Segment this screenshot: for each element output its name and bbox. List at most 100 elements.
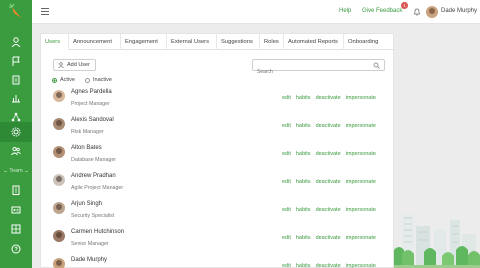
user-name: Agnes Pardella (71, 89, 112, 95)
user-avatar (53, 174, 65, 186)
habits-link[interactable]: habits (296, 179, 311, 185)
row-actions: edit habits deactivate impersonate (282, 179, 376, 185)
user-role: Senior Manager (71, 241, 109, 247)
tab-engagement[interactable]: Engagement (121, 34, 167, 50)
tab-bar: Users Announcement Engagement External U… (41, 34, 395, 50)
habits-link[interactable]: habits (296, 263, 311, 268)
sidebar-chart-icon[interactable] (0, 88, 32, 108)
deactivate-link[interactable]: deactivate (316, 179, 341, 185)
user-row: Agnes Pardella Project Manager edit habi… (41, 84, 395, 112)
filter-inactive-radio[interactable]: Inactive (84, 77, 112, 83)
user-avatar (53, 230, 65, 242)
habits-link[interactable]: habits (296, 235, 311, 241)
tab-suggestions[interactable]: Suggestions (217, 34, 260, 50)
sidebar-user-icon[interactable] (0, 32, 32, 52)
row-actions: edit habits deactivate impersonate (282, 235, 376, 241)
help-link[interactable]: Help (339, 8, 351, 14)
user-avatar (53, 202, 65, 214)
user-row: Alton Bates Database Manager edit habits… (41, 140, 395, 168)
search-box (252, 59, 385, 77)
edit-link[interactable]: edit (282, 179, 291, 185)
sidebar-document-icon[interactable] (0, 70, 32, 90)
edit-link[interactable]: edit (282, 151, 291, 157)
deactivate-link[interactable]: deactivate (316, 95, 341, 101)
filter-inactive-label: Inactive (92, 77, 112, 83)
user-avatar[interactable] (426, 6, 438, 18)
feedback-badge: 1 (401, 2, 408, 9)
search-icon[interactable] (373, 62, 380, 69)
edit-link[interactable]: edit (282, 207, 291, 213)
user-name: Alton Bates (71, 145, 102, 151)
row-actions: edit habits deactivate impersonate (282, 123, 376, 129)
edit-link[interactable]: edit (282, 235, 291, 241)
topbar: Help Give Feedback 1 Dade Murphy (32, 0, 480, 24)
edit-link[interactable]: edit (282, 123, 291, 129)
tab-roles[interactable]: Roles (260, 34, 284, 50)
sidebar-building-icon[interactable] (0, 180, 32, 200)
sidebar-team-divider: Team (4, 167, 29, 175)
filter-active-label: Active (60, 77, 75, 83)
user-role: Risk Manager (71, 129, 104, 135)
sidebar-settings-icon[interactable] (0, 122, 32, 142)
menu-icon[interactable] (41, 8, 49, 15)
deactivate-link[interactable]: deactivate (316, 263, 341, 268)
add-user-label: Add User (67, 62, 90, 68)
sidebar-flag-icon[interactable] (0, 51, 32, 71)
deactivate-link[interactable]: deactivate (316, 207, 341, 213)
user-role: Security Specialist (71, 213, 115, 219)
user-name: Dade Murphy (71, 257, 108, 263)
user-avatar (53, 118, 65, 130)
search-input[interactable] (253, 67, 368, 77)
row-actions: edit habits deactivate impersonate (282, 207, 376, 213)
impersonate-link[interactable]: impersonate (346, 123, 376, 129)
tab-automated-reports[interactable]: Automated Reports (284, 34, 344, 50)
sidebar-team-icon[interactable] (0, 141, 32, 161)
impersonate-link[interactable]: impersonate (346, 207, 376, 213)
impersonate-link[interactable]: impersonate (346, 151, 376, 157)
impersonate-link[interactable]: impersonate (346, 263, 376, 268)
row-actions: edit habits deactivate impersonate (282, 263, 376, 268)
tab-users[interactable]: Users (41, 34, 69, 50)
user-row: Alexis Sandoval Risk Manager edit habits… (41, 112, 395, 140)
carrot-logo-icon[interactable] (9, 3, 23, 21)
sidebar-team-label: Team (9, 168, 23, 174)
user-row: Carmen Hutchinson Senior Manager edit ha… (41, 224, 395, 252)
user-icon (58, 62, 64, 68)
tab-external-users[interactable]: External Users (167, 34, 217, 50)
user-row: Andrew Pradhan Agile Project Manager edi… (41, 168, 395, 196)
sidebar-help-icon[interactable] (0, 239, 32, 259)
habits-link[interactable]: habits (296, 95, 311, 101)
user-role: Project Manager (71, 101, 110, 107)
tab-onboarding[interactable]: Onboarding (344, 34, 386, 50)
habits-link[interactable]: habits (296, 123, 311, 129)
user-name: Carmen Hutchinson (71, 229, 125, 235)
sidebar-grid-icon[interactable] (0, 219, 32, 239)
edit-link[interactable]: edit (282, 95, 291, 101)
user-avatar (53, 90, 65, 102)
give-feedback-link[interactable]: Give Feedback (362, 8, 402, 14)
user-name: Arjun Singh (71, 201, 103, 207)
habits-link[interactable]: habits (296, 151, 311, 157)
deactivate-link[interactable]: deactivate (316, 151, 341, 157)
user-row: Arjun Singh Security Specialist edit hab… (41, 196, 395, 224)
city-illustration (394, 214, 480, 268)
user-avatar (53, 258, 65, 268)
row-actions: edit habits deactivate impersonate (282, 95, 376, 101)
edit-link[interactable]: edit (282, 263, 291, 268)
sidebar-id-card-icon[interactable] (0, 200, 32, 220)
bell-icon[interactable] (413, 8, 421, 16)
user-name[interactable]: Dade Murphy (441, 8, 477, 14)
tab-announcement[interactable]: Announcement (69, 34, 121, 50)
deactivate-link[interactable]: deactivate (316, 235, 341, 241)
impersonate-link[interactable]: impersonate (346, 235, 376, 241)
habits-link[interactable]: habits (296, 207, 311, 213)
add-user-button[interactable]: Add User (53, 59, 96, 71)
filter-active-radio[interactable]: Active (52, 77, 75, 83)
user-row: Dade Murphy edit habits deactivate imper… (41, 252, 395, 268)
impersonate-link[interactable]: impersonate (346, 95, 376, 101)
user-avatar (53, 146, 65, 158)
deactivate-link[interactable]: deactivate (316, 123, 341, 129)
status-filter: Active Inactive (52, 77, 112, 83)
sidebar: Team (0, 0, 32, 268)
impersonate-link[interactable]: impersonate (346, 179, 376, 185)
